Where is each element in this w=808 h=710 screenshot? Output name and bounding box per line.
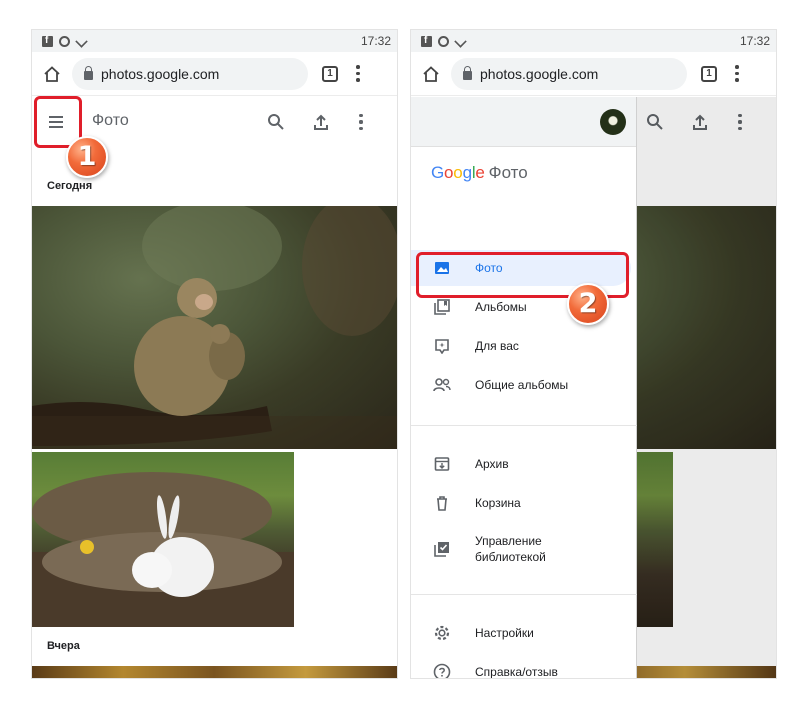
tabs-button[interactable]: 1 <box>701 65 717 82</box>
app-title: Фото <box>92 112 129 129</box>
photo-thumbnail[interactable] <box>32 666 397 678</box>
url-text: photos.google.com <box>101 65 220 82</box>
nav-item-settings[interactable]: Настройки <box>411 615 631 651</box>
tabs-button[interactable]: 1 <box>322 65 338 82</box>
drawer-divider <box>411 594 637 595</box>
drawer-header <box>411 97 636 147</box>
nav-item-archive[interactable]: Архив <box>411 446 631 482</box>
settings-icon <box>433 624 451 642</box>
logo-letter: o <box>453 163 463 182</box>
monkey-photo-image <box>32 206 397 449</box>
home-icon <box>44 65 60 82</box>
address-bar[interactable]: photos.google.com <box>72 57 308 90</box>
logo-product-name: Фото <box>488 163 528 182</box>
nav-item-manage-library[interactable]: Управление библиотекой <box>411 527 631 571</box>
download-done-icon <box>454 34 467 48</box>
home-button[interactable] <box>411 54 451 94</box>
upload-icon <box>314 114 328 130</box>
nav-label: Для вас <box>475 338 519 353</box>
nav-label: Управление библиотекой <box>475 533 546 564</box>
help-icon <box>433 663 451 678</box>
navigation-drawer: Google Фото Фото Альбомы Для вас Общие а… <box>411 97 637 678</box>
home-icon <box>423 65 439 82</box>
facebook-notification-icon <box>42 35 53 47</box>
rabbit-photo-image <box>32 472 294 627</box>
step-badge: 2 <box>567 283 609 325</box>
section-label-today: Сегодня <box>47 180 93 192</box>
photo-thumbnail[interactable] <box>32 452 294 627</box>
logo-letter: e <box>475 163 485 182</box>
status-time: 17:32 <box>739 34 770 48</box>
trash-icon <box>433 494 451 512</box>
browser-menu-button[interactable] <box>735 65 739 82</box>
nav-label: Альбомы <box>475 299 527 314</box>
nav-item-trash[interactable]: Корзина <box>411 485 631 521</box>
download-done-icon <box>75 34 88 48</box>
status-bar: 17:32 <box>32 30 397 52</box>
phone-screen-right: 17:32 photos.google.com 1 <box>411 30 776 678</box>
nav-label: Справка/отзыв <box>475 664 558 678</box>
more-options-button[interactable] <box>350 111 372 133</box>
lock-icon <box>84 65 93 80</box>
shield-notification-icon <box>438 35 449 47</box>
browser-toolbar: photos.google.com 1 <box>32 52 397 96</box>
url-text: photos.google.com <box>480 65 599 82</box>
nav-label: Архив <box>475 456 509 471</box>
archive-icon <box>433 455 451 473</box>
status-time: 17:32 <box>360 34 391 48</box>
browser-toolbar: photos.google.com 1 <box>411 52 776 96</box>
for-you-icon <box>433 337 451 355</box>
more-vert-icon <box>359 114 363 130</box>
nav-label: Общие альбомы <box>475 377 569 392</box>
drawer-divider <box>411 425 637 426</box>
shield-notification-icon <box>59 35 70 47</box>
nav-label: Настройки <box>475 625 534 640</box>
section-label-yesterday: Вчера <box>47 640 80 652</box>
logo-letter: G <box>431 163 445 182</box>
nav-item-for-you[interactable]: Для вас <box>411 328 631 364</box>
home-button[interactable] <box>32 54 72 94</box>
google-photos-logo: Google Фото <box>431 163 528 183</box>
album-icon <box>433 298 451 316</box>
status-bar: 17:32 <box>411 30 776 52</box>
facebook-notification-icon <box>421 35 432 47</box>
logo-letter: o <box>444 163 454 182</box>
shared-icon <box>433 376 451 394</box>
address-bar[interactable]: photos.google.com <box>451 57 687 90</box>
phone-screen-left: 17:32 photos.google.com 1 Фото <box>32 30 397 678</box>
nav-item-help[interactable]: Справка/отзыв <box>411 654 631 678</box>
nav-item-shared-albums[interactable]: Общие альбомы <box>411 367 631 403</box>
search-button[interactable] <box>265 111 287 133</box>
upload-button[interactable] <box>310 111 332 133</box>
nav-label: Корзина <box>475 495 521 510</box>
library-icon <box>433 540 451 558</box>
lock-icon <box>463 65 472 80</box>
logo-letter: g <box>462 163 472 182</box>
step-badge: 1 <box>66 136 108 178</box>
photo-thumbnail[interactable] <box>32 206 397 449</box>
account-avatar[interactable] <box>600 109 626 135</box>
search-icon <box>268 114 284 130</box>
browser-menu-button[interactable] <box>356 65 360 82</box>
